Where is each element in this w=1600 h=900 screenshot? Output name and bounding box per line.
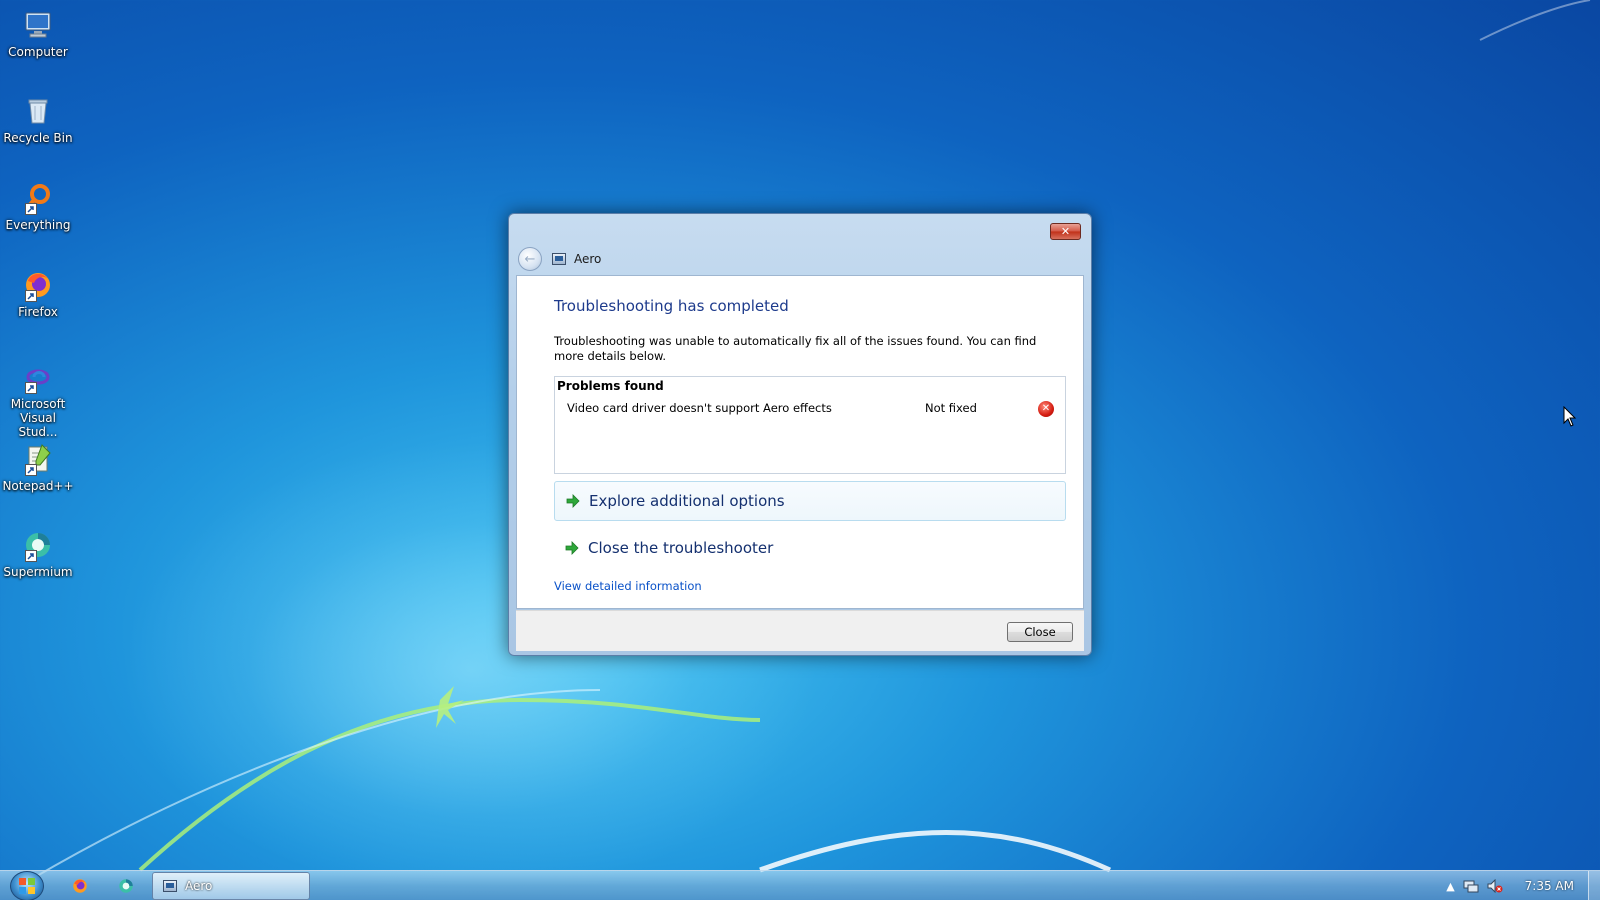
shortcut-arrow-icon [25, 382, 37, 394]
shortcut-arrow-icon [25, 290, 37, 302]
clock[interactable]: 7:35 AM [1525, 879, 1574, 893]
desktop-icon-label: Firefox [18, 305, 58, 319]
desktop-icon-label: Supermium [3, 565, 73, 579]
supermium-icon [119, 879, 133, 893]
task-label: Aero [185, 879, 213, 893]
explore-additional-options-link[interactable]: Explore additional options [554, 481, 1066, 521]
desktop-icon-visual-studio[interactable]: Microsoft Visual Stud... [0, 360, 76, 439]
dialog-content: Troubleshooting has completed Troublesho… [516, 275, 1084, 609]
green-arrow-icon [566, 494, 580, 508]
recycle-bin-icon [21, 94, 55, 128]
dialog-footer: Close [516, 610, 1084, 651]
computer-icon [21, 8, 55, 42]
page-description: Troubleshooting was unable to automatica… [554, 334, 1037, 363]
problem-text: Video card driver doesn't support Aero e… [567, 401, 832, 415]
troubleshooter-dialog: ✕ ← Aero Troubleshooting has completed T… [508, 213, 1092, 656]
taskbar-firefox[interactable] [60, 875, 100, 897]
dialog-titlebar: ← Aero [518, 246, 1081, 272]
green-arrow-icon [565, 541, 579, 555]
firefox-icon [21, 268, 55, 302]
window-title: Aero [574, 252, 602, 266]
network-icon[interactable] [1463, 879, 1479, 893]
shortcut-arrow-icon [25, 550, 37, 562]
close-button[interactable]: Close [1007, 622, 1073, 642]
visual-studio-icon [21, 360, 55, 394]
volume-muted-icon[interactable] [1487, 879, 1503, 893]
mouse-cursor-icon [1563, 406, 1577, 427]
desktop-icon-notepadpp[interactable]: Notepad++ [0, 442, 76, 493]
start-button[interactable] [10, 871, 44, 900]
show-hidden-icons-icon[interactable]: ▲ [1446, 880, 1454, 893]
back-button[interactable]: ← [518, 247, 542, 271]
firefox-icon [73, 879, 87, 893]
window-close-button[interactable]: ✕ [1050, 223, 1081, 240]
desktop-icon-label: Recycle Bin [3, 131, 73, 145]
taskbar: Aero ▲ 7:35 AM [0, 870, 1600, 900]
shortcut-arrow-icon [25, 464, 37, 476]
desktop-icon-label: Notepad++ [2, 479, 74, 493]
desktop-icon-recycle-bin[interactable]: Recycle Bin [0, 94, 76, 145]
desktop-icon-supermium[interactable]: Supermium [0, 528, 76, 579]
show-desktop-button[interactable] [1588, 871, 1600, 900]
desktop-icon-label: Microsoft Visual Stud... [10, 397, 66, 439]
page-heading: Troubleshooting has completed [554, 297, 789, 315]
problem-row[interactable]: Video card driver doesn't support Aero e… [555, 399, 1065, 419]
error-icon: ✕ [1038, 401, 1054, 417]
troubleshooter-app-icon [552, 253, 566, 265]
option-label: Explore additional options [589, 492, 785, 510]
system-tray: ▲ 7:35 AM [1438, 871, 1600, 900]
view-detailed-information-link[interactable]: View detailed information [554, 579, 702, 593]
close-troubleshooter-link[interactable]: Close the troubleshooter [554, 528, 1066, 568]
notepadpp-icon [21, 442, 55, 476]
shortcut-arrow-icon [25, 203, 37, 215]
desktop-icon-label: Everything [5, 218, 71, 232]
desktop-icon-firefox[interactable]: Firefox [0, 268, 76, 319]
windows-logo-icon [19, 878, 35, 894]
taskbar-supermium[interactable] [106, 875, 146, 897]
troubleshooter-app-icon [163, 880, 177, 892]
problem-status: Not fixed [925, 401, 977, 415]
supermium-icon [21, 528, 55, 562]
problems-header: Problems found [557, 379, 664, 393]
back-arrow-icon: ← [524, 251, 536, 267]
option-label: Close the troubleshooter [588, 539, 774, 557]
desktop-icon-computer[interactable]: Computer [0, 8, 76, 59]
everything-icon [21, 181, 55, 215]
desktop-icon-everything[interactable]: Everything [0, 181, 76, 232]
taskbar-task-aero[interactable]: Aero [152, 872, 310, 900]
problems-found-list: Problems found Video card driver doesn't… [554, 376, 1066, 474]
desktop-icon-label: Computer [8, 45, 68, 59]
